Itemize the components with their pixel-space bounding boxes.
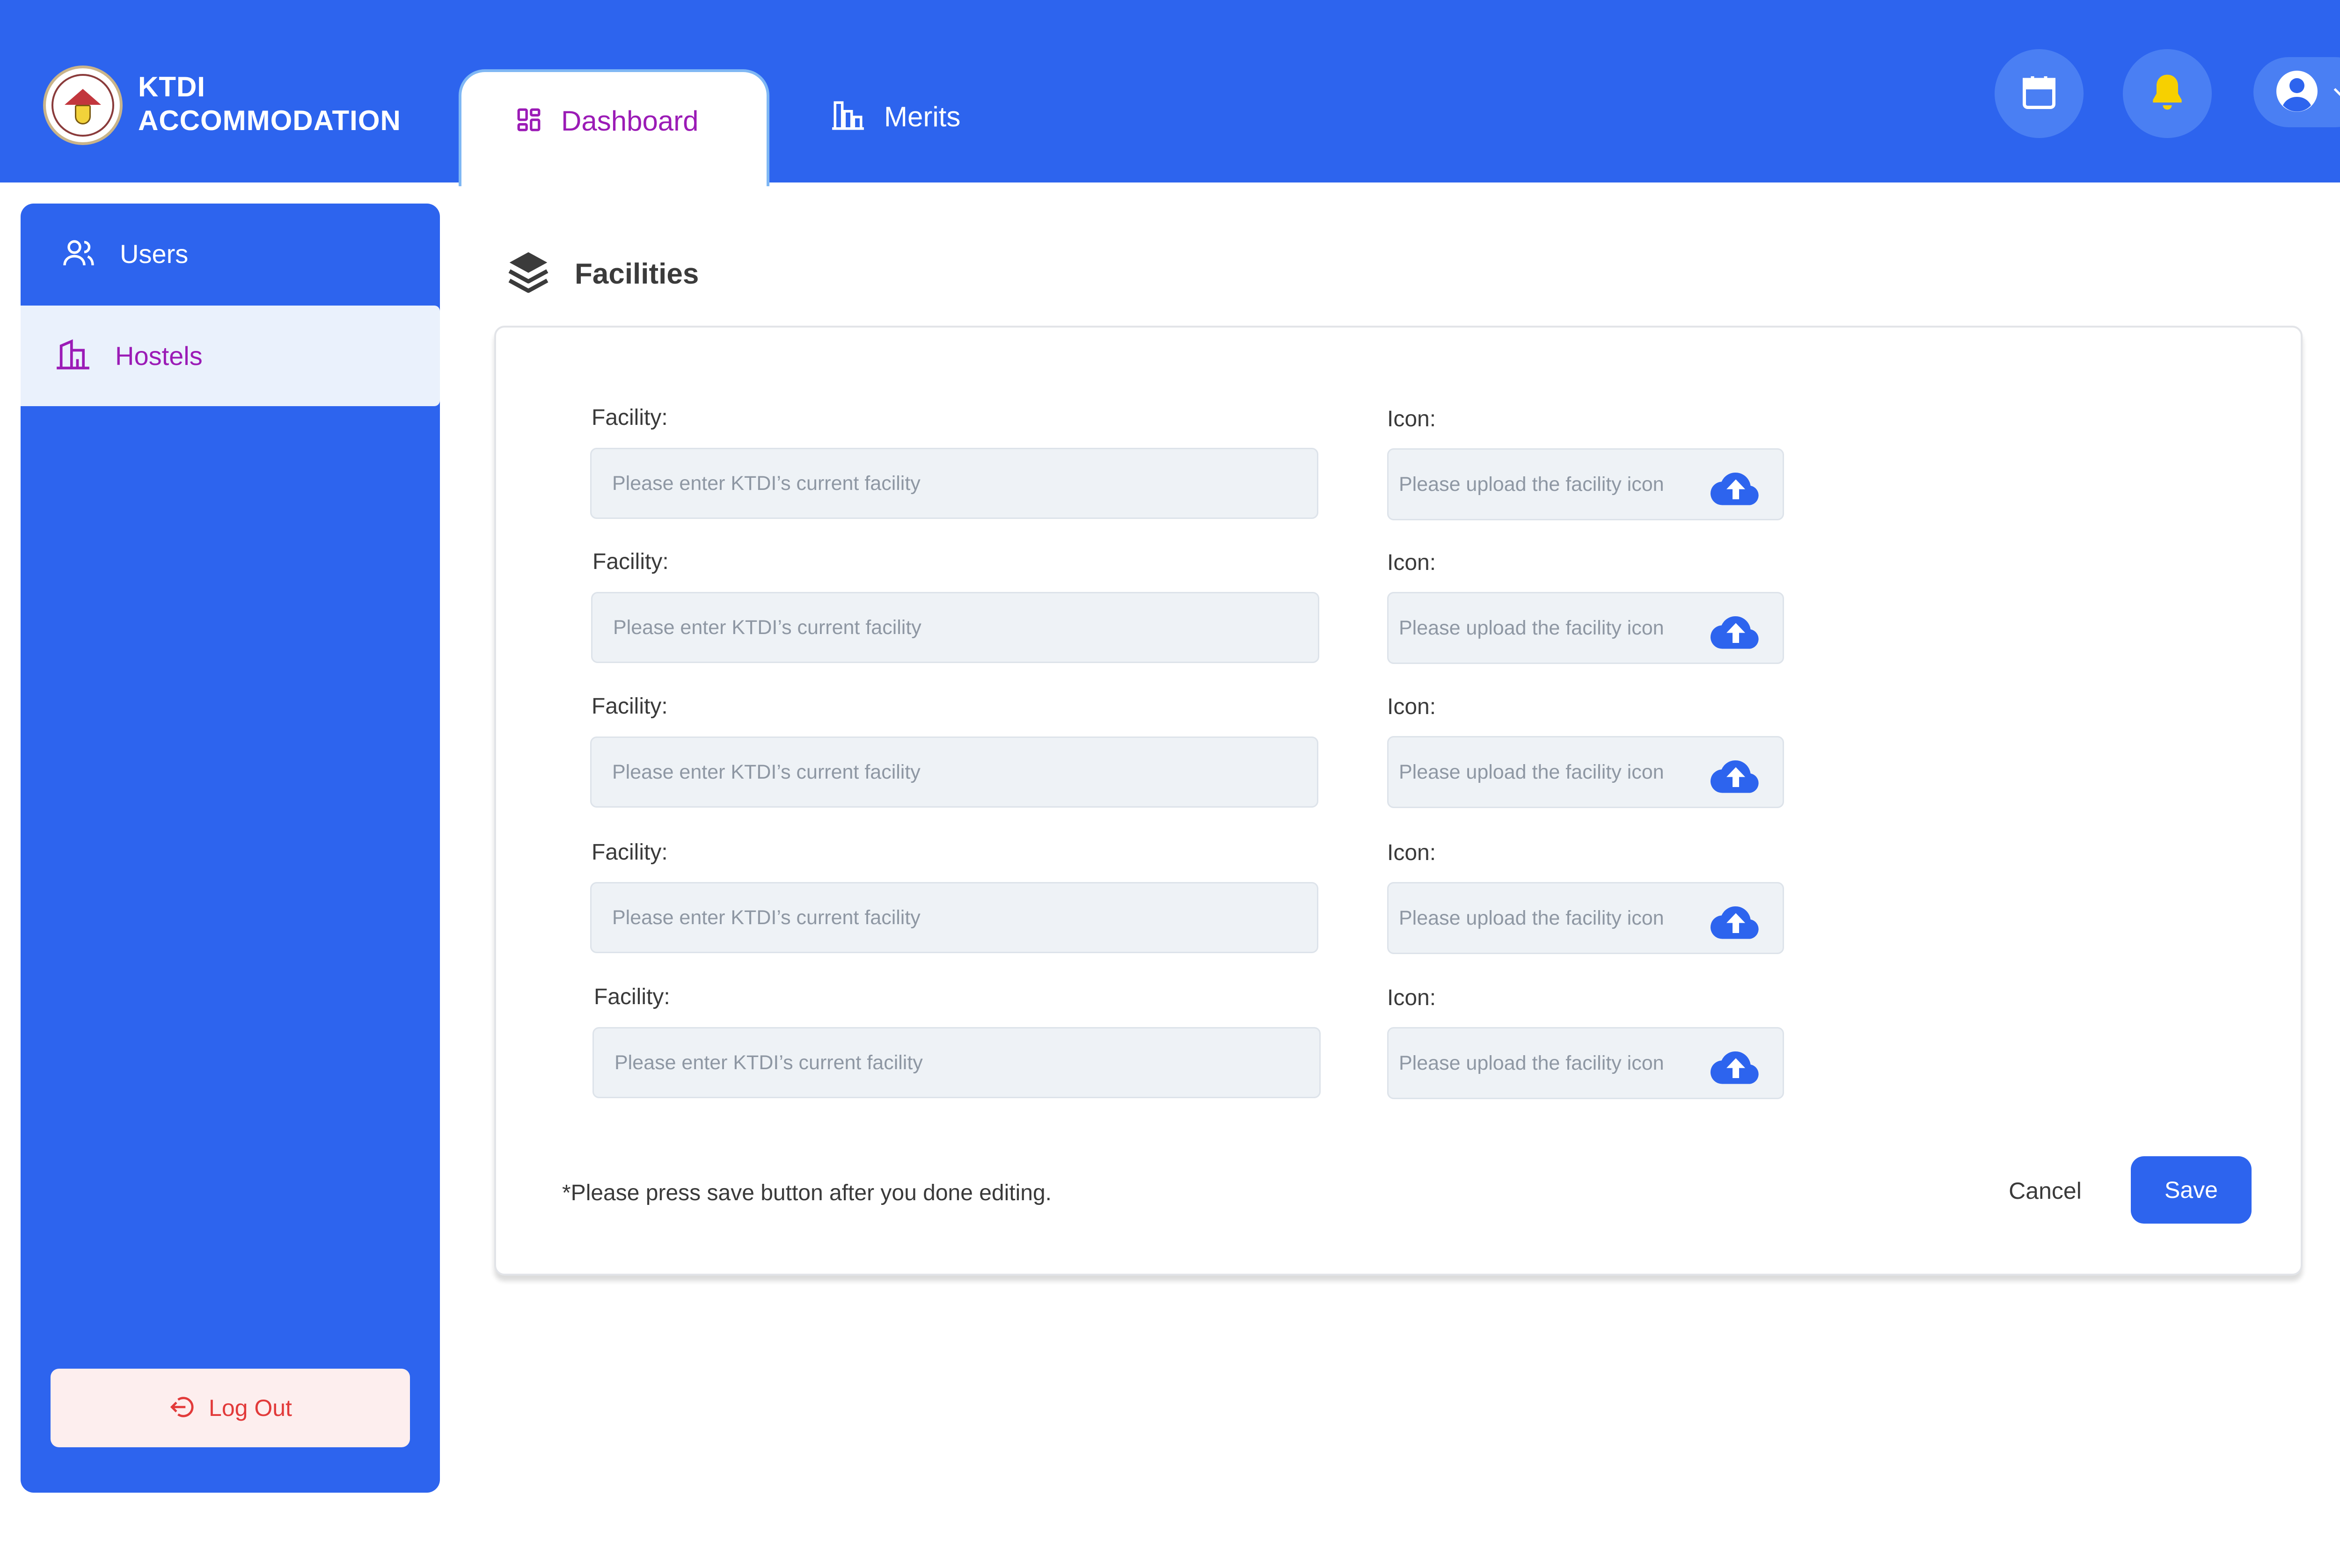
cancel-button[interactable]: Cancel <box>1994 1158 2097 1224</box>
facility-label: Facility: <box>594 985 670 1009</box>
sidebar-item-hostels[interactable]: Hostels <box>21 306 440 406</box>
icon-upload-5[interactable]: Please upload the facility icon <box>1387 1027 1784 1099</box>
icon-upload-2[interactable]: Please upload the facility icon <box>1387 592 1784 664</box>
sidebar-item-label: Users <box>120 239 189 269</box>
brand-line-2: ACCOMMODATION <box>138 105 401 136</box>
facility-label: Facility: <box>592 694 668 719</box>
upload-placeholder: Please upload the facility icon <box>1399 616 1664 639</box>
upload-placeholder: Please upload the facility icon <box>1399 906 1664 929</box>
upload-placeholder: Please upload the facility icon <box>1399 760 1664 783</box>
brand-line-1: KTDI <box>138 71 205 102</box>
upload-placeholder: Please upload the facility icon <box>1399 473 1664 496</box>
sidebar: Users Hostels Log Out <box>21 204 440 1493</box>
chevron-down-icon <box>2331 82 2340 103</box>
icon-label: Icon: <box>1387 694 1436 719</box>
users-icon <box>62 236 95 272</box>
facility-input-5[interactable] <box>592 1027 1321 1098</box>
tab-merits-label: Merits <box>884 101 961 132</box>
icon-upload-3[interactable]: Please upload the facility icon <box>1387 736 1784 808</box>
notifications-button[interactable] <box>2123 49 2212 138</box>
page-title: Facilities <box>575 258 699 290</box>
sidebar-item-users[interactable]: Users <box>21 204 440 304</box>
dashboard-grid-icon <box>515 106 542 136</box>
tab-merits[interactable]: Merits <box>831 98 960 135</box>
layers-icon <box>508 250 549 298</box>
upload-placeholder: Please upload the facility icon <box>1399 1051 1664 1074</box>
icon-label: Icon: <box>1387 840 1436 865</box>
icon-label: Icon: <box>1387 985 1436 1010</box>
calendar-button[interactable] <box>1995 49 2084 138</box>
facility-input-3[interactable] <box>590 737 1318 808</box>
facility-input-1[interactable] <box>590 448 1318 519</box>
tab-dashboard[interactable]: Dashboard <box>459 69 769 186</box>
facility-label: Facility: <box>592 405 668 430</box>
logout-label: Log Out <box>209 1395 292 1421</box>
icon-label: Icon: <box>1387 550 1436 575</box>
facility-input-4[interactable] <box>590 882 1318 953</box>
cloud-upload-icon <box>1708 897 1764 943</box>
sidebar-item-label: Hostels <box>115 341 203 371</box>
facility-label: Facility: <box>592 549 669 574</box>
user-avatar-icon <box>2274 69 2319 116</box>
icon-upload-1[interactable]: Please upload the facility icon <box>1387 448 1784 520</box>
tab-dashboard-label: Dashboard <box>561 105 699 137</box>
icon-upload-4[interactable]: Please upload the facility icon <box>1387 882 1784 954</box>
ktdi-logo <box>43 66 123 145</box>
profile-menu-button[interactable] <box>2253 57 2340 127</box>
cloud-upload-icon <box>1708 1043 1764 1088</box>
cloud-upload-icon <box>1708 464 1764 509</box>
building-icon <box>55 337 91 375</box>
top-bar: KTDI ACCOMMODATION Dashboard Merits <box>0 0 2340 186</box>
cloud-upload-icon <box>1708 607 1764 653</box>
icon-label: Icon: <box>1387 407 1436 431</box>
brand-name: KTDI ACCOMMODATION <box>138 70 401 138</box>
bar-chart-icon <box>831 98 865 135</box>
bell-icon <box>2146 71 2189 117</box>
save-button[interactable]: Save <box>2131 1156 2252 1224</box>
facility-label: Facility: <box>592 840 668 865</box>
calendar-icon <box>2019 73 2059 115</box>
facility-input-2[interactable] <box>591 592 1319 663</box>
save-reminder-note: *Please press save button after you done… <box>562 1181 1052 1205</box>
logout-icon <box>168 1393 196 1423</box>
section-header: Facilities <box>508 250 699 298</box>
cloud-upload-icon <box>1708 751 1764 797</box>
logout-button[interactable]: Log Out <box>51 1369 410 1447</box>
